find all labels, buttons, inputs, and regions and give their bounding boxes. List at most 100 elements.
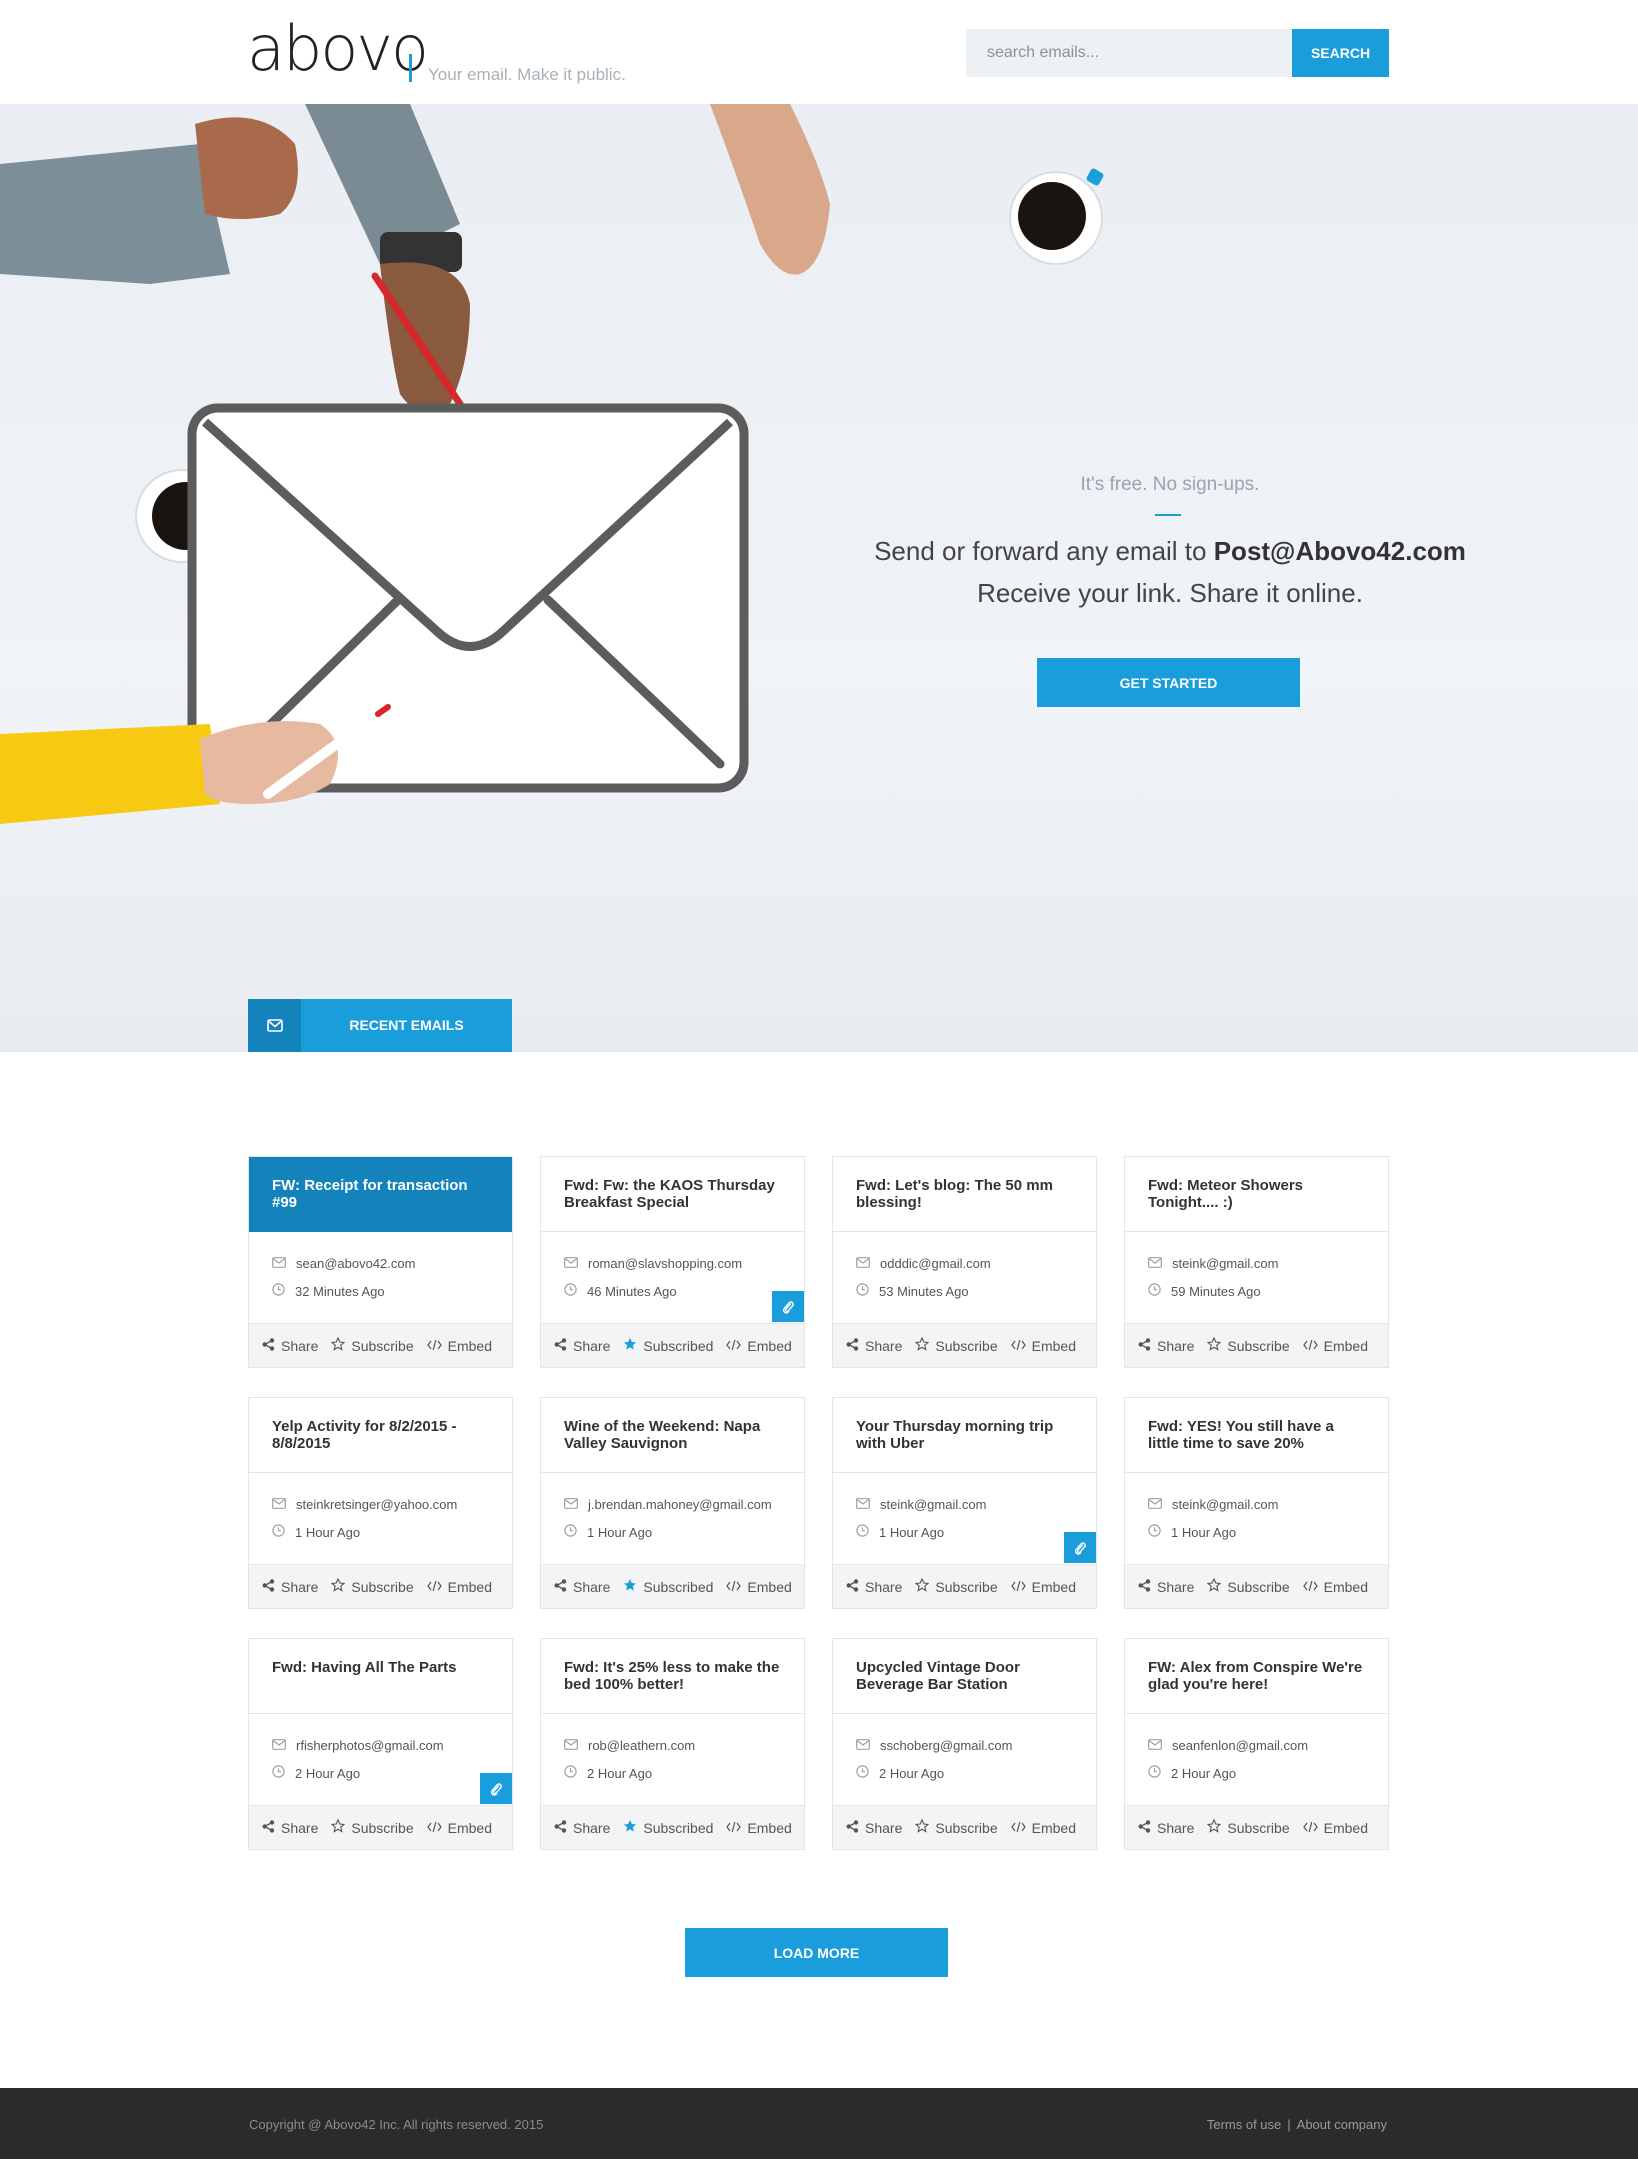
subscribe-button[interactable]: Subscribe	[915, 1818, 998, 1836]
subscribe-button[interactable]: Subscribe	[331, 1818, 414, 1836]
email-card-title[interactable]: Fwd: Let's blog: The 50 mm blessing!	[833, 1157, 1096, 1232]
share-label: Share	[865, 1819, 903, 1836]
embed-button[interactable]: Embed	[726, 1338, 792, 1354]
clock-icon	[1148, 1524, 1171, 1540]
email-card-title[interactable]: Fwd: It's 25% less to make the bed 100% …	[541, 1639, 804, 1714]
hero-send-address[interactable]: Post@Abovo42.com	[1214, 536, 1466, 566]
subscribe-button[interactable]: Subscribed	[623, 1819, 713, 1836]
email-card-title[interactable]: Fwd: Fw: the KAOS Thursday Breakfast Spe…	[541, 1157, 804, 1232]
share-button[interactable]: Share	[262, 1820, 318, 1836]
email-card[interactable]: Upcycled Vintage Door Beverage Bar Stati…	[832, 1638, 1097, 1850]
copyright-text: Copyright @ Abovo42 Inc. All rights rese…	[249, 2117, 544, 2132]
share-button[interactable]: Share	[554, 1338, 610, 1354]
sender-address: sean@abovo42.com	[296, 1256, 416, 1271]
recent-emails-tab[interactable]: RECENT EMAILS	[248, 999, 512, 1052]
clock-icon	[1148, 1283, 1171, 1299]
email-card[interactable]: Fwd: Let's blog: The 50 mm blessing! oddd…	[832, 1156, 1097, 1368]
time-ago: 46 Minutes Ago	[587, 1283, 677, 1299]
embed-button[interactable]: Embed	[726, 1579, 792, 1595]
email-card-title[interactable]: FW: Alex from Conspire We're glad you're…	[1125, 1639, 1388, 1714]
email-card[interactable]: Fwd: Having All The Parts rfisherphotos@g…	[248, 1638, 513, 1850]
paperclip-icon[interactable]	[480, 1773, 512, 1804]
email-card-title[interactable]: Fwd: Having All The Parts	[249, 1639, 512, 1714]
email-card[interactable]: FW: Receipt for transaction #99 sean@abov…	[248, 1156, 513, 1368]
share-label: Share	[865, 1578, 903, 1595]
envelope-icon	[272, 1497, 296, 1512]
subscribe-button[interactable]: Subscribe	[331, 1336, 414, 1354]
email-card-title[interactable]: Upcycled Vintage Door Beverage Bar Stati…	[833, 1639, 1096, 1714]
embed-button[interactable]: Embed	[1302, 1338, 1368, 1354]
share-icon	[554, 1578, 573, 1595]
email-card-actions: Share Subscribe Embed	[249, 1323, 512, 1367]
subscribe-label: Subscribed	[643, 1578, 714, 1595]
get-started-button[interactable]: GET STARTED	[1037, 658, 1300, 707]
embed-button[interactable]: Embed	[726, 1820, 792, 1836]
share-button[interactable]: Share	[846, 1820, 902, 1836]
sender-address: roman@slavshopping.com	[588, 1256, 743, 1271]
subscribe-button[interactable]: Subscribed	[623, 1578, 713, 1595]
embed-button[interactable]: Embed	[1302, 1820, 1368, 1836]
embed-button[interactable]: Embed	[1010, 1338, 1076, 1354]
clock-icon	[856, 1283, 879, 1299]
email-card-sender: rfisherphotos@gmail.com	[272, 1738, 444, 1753]
subscribe-button[interactable]: Subscribe	[1207, 1577, 1290, 1595]
email-card[interactable]: Wine of the Weekend: Napa Valley Sauvign…	[540, 1397, 805, 1609]
sender-address: sschoberg@gmail.com	[880, 1738, 1013, 1753]
sender-address: odddic@gmail.com	[880, 1256, 991, 1271]
recent-emails-label: RECENT EMAILS	[349, 1017, 464, 1033]
embed-button[interactable]: Embed	[426, 1338, 492, 1354]
search-input[interactable]	[966, 29, 1292, 77]
share-button[interactable]: Share	[846, 1338, 902, 1354]
email-card-title[interactable]: Wine of the Weekend: Napa Valley Sauvign…	[541, 1398, 804, 1473]
email-card-time: 59 Minutes Ago	[1148, 1283, 1261, 1299]
subscribe-button[interactable]: Subscribe	[1207, 1818, 1290, 1836]
load-more-button[interactable]: LOAD MORE	[685, 1928, 948, 1977]
star-outline-icon	[331, 1336, 351, 1354]
embed-button[interactable]: Embed	[426, 1579, 492, 1595]
logo[interactable]: abovo	[247, 12, 429, 85]
subscribe-button[interactable]: Subscribe	[915, 1336, 998, 1354]
terms-link[interactable]: Terms of use	[1207, 2117, 1281, 2132]
paperclip-icon[interactable]	[772, 1291, 804, 1322]
search-button[interactable]: SEARCH	[1292, 29, 1389, 77]
email-card[interactable]: Fwd: It's 25% less to make the bed 100% …	[540, 1638, 805, 1850]
star-filled-icon	[623, 1337, 643, 1354]
embed-button[interactable]: Embed	[426, 1820, 492, 1836]
share-icon	[554, 1337, 573, 1354]
email-card-title[interactable]: FW: Receipt for transaction #99	[249, 1157, 512, 1232]
share-button[interactable]: Share	[554, 1579, 610, 1595]
share-button[interactable]: Share	[846, 1579, 902, 1595]
header: abovo Your email. Make it public. SEARCH	[0, 0, 1638, 104]
email-card-title[interactable]: Yelp Activity for 8/2/2015 - 8/8/2015	[249, 1398, 512, 1473]
share-button[interactable]: Share	[1138, 1820, 1194, 1836]
share-button[interactable]: Share	[262, 1579, 318, 1595]
subscribe-button[interactable]: Subscribe	[915, 1577, 998, 1595]
paperclip-icon[interactable]	[1064, 1532, 1096, 1563]
email-card[interactable]: FW: Alex from Conspire We're glad you're…	[1124, 1638, 1389, 1850]
subscribe-button[interactable]: Subscribed	[623, 1337, 713, 1354]
envelope-icon	[856, 1497, 880, 1512]
email-card[interactable]: Fwd: YES! You still have a little time t…	[1124, 1397, 1389, 1609]
email-card-title[interactable]: Fwd: Meteor Showers Tonight.... :)	[1125, 1157, 1388, 1232]
embed-button[interactable]: Embed	[1302, 1579, 1368, 1595]
star-outline-icon	[1207, 1336, 1227, 1354]
email-card[interactable]: Fwd: Fw: the KAOS Thursday Breakfast Spe…	[540, 1156, 805, 1368]
embed-button[interactable]: Embed	[1010, 1820, 1076, 1836]
email-card[interactable]: Yelp Activity for 8/2/2015 - 8/8/2015 ste…	[248, 1397, 513, 1609]
subscribe-button[interactable]: Subscribe	[1207, 1336, 1290, 1354]
share-button[interactable]: Share	[1138, 1579, 1194, 1595]
share-button[interactable]: Share	[262, 1338, 318, 1354]
share-button[interactable]: Share	[554, 1820, 610, 1836]
code-icon	[1302, 1338, 1324, 1354]
email-card[interactable]: Fwd: Meteor Showers Tonight.... :) steink…	[1124, 1156, 1389, 1368]
email-card[interactable]: Your Thursday morning trip with Uber stei…	[832, 1397, 1097, 1609]
email-card-title[interactable]: Your Thursday morning trip with Uber	[833, 1398, 1096, 1473]
sender-address: seanfenlon@gmail.com	[1172, 1738, 1309, 1753]
embed-button[interactable]: Embed	[1010, 1579, 1076, 1595]
share-button[interactable]: Share	[1138, 1338, 1194, 1354]
email-card-title[interactable]: Fwd: YES! You still have a little time t…	[1125, 1398, 1388, 1473]
time-ago: 2 Hour Ago	[1171, 1765, 1237, 1781]
about-link[interactable]: About company	[1297, 2117, 1387, 2132]
subscribe-button[interactable]: Subscribe	[331, 1577, 414, 1595]
share-icon	[262, 1578, 281, 1595]
